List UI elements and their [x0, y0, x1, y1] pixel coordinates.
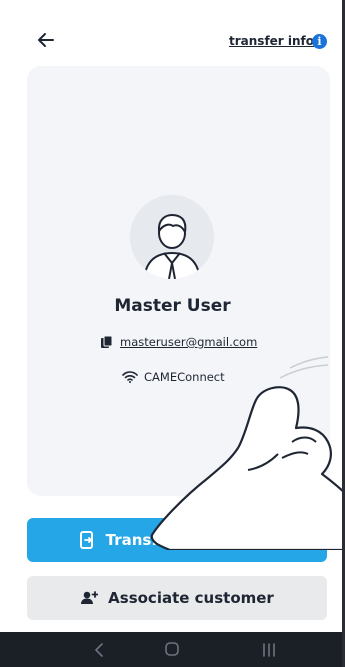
associate-customer-button[interactable]: Associate customer — [27, 576, 327, 620]
nav-home-icon[interactable] — [164, 641, 180, 657]
user-name: Master User — [114, 296, 231, 316]
nav-recent-apps-icon[interactable] — [262, 642, 276, 658]
profile-card — [27, 66, 330, 496]
transfer-device-icon — [78, 531, 96, 549]
email-row: masteruser@gmail.com — [100, 335, 257, 349]
associate-customer-label: Associate customer — [108, 589, 274, 607]
user-email[interactable]: masteruser@gmail.com — [120, 335, 257, 349]
info-icon[interactable]: i — [312, 34, 327, 49]
add-user-icon — [80, 589, 99, 607]
transfer-info-link[interactable]: transfer info — [229, 34, 314, 48]
back-arrow-icon[interactable] — [36, 30, 56, 50]
transfer-installation-label: Transfer installation — [105, 531, 277, 549]
nav-back-icon[interactable] — [93, 643, 105, 657]
transfer-screen: transfer info i Master User masteruser@g… — [0, 0, 345, 667]
wifi-icon — [122, 371, 138, 383]
document-icon — [101, 335, 113, 348]
network-row: CAMEConnect — [122, 370, 225, 384]
transfer-installation-button[interactable]: Transfer installation — [27, 518, 327, 562]
network-name: CAMEConnect — [144, 370, 225, 384]
user-avatar-icon — [130, 195, 214, 279]
